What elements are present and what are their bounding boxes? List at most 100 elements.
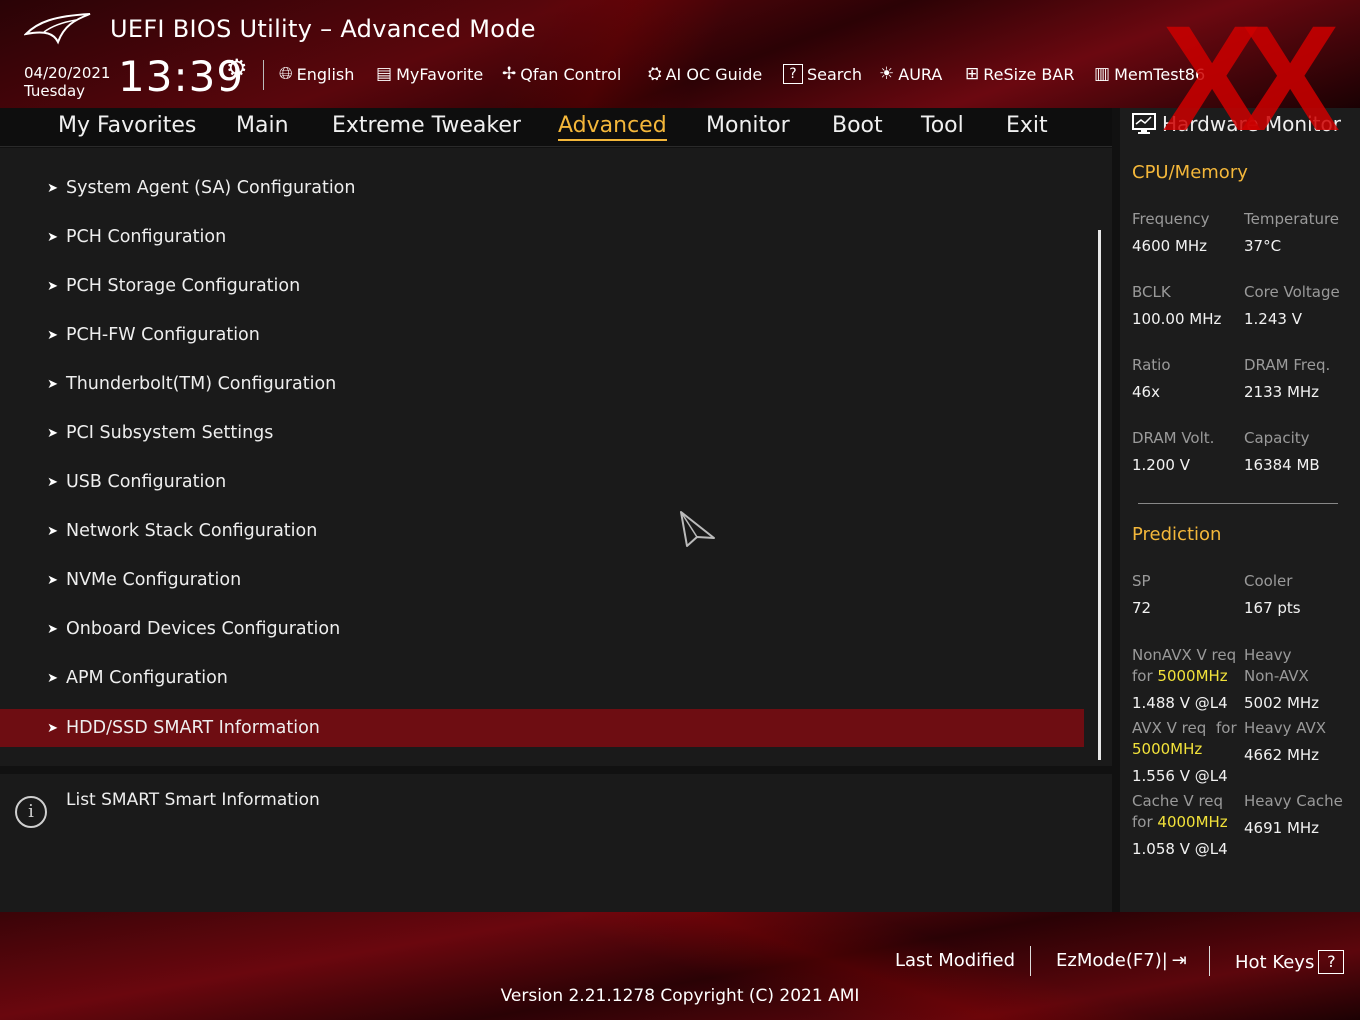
chevron-right-icon: ➤	[47, 327, 58, 343]
weekday-display: Tuesday	[24, 82, 86, 100]
heavy-nonavx-label-line1: Heavy	[1244, 646, 1292, 664]
menu-item-nvme[interactable]: ➤ NVMe Configuration	[0, 561, 1084, 599]
menu-item-system-agent[interactable]: ➤ System Agent (SA) Configuration	[0, 169, 1084, 207]
tab-my-favorites[interactable]: My Favorites	[58, 113, 196, 138]
menu-item-pch[interactable]: ➤ PCH Configuration	[0, 218, 1084, 256]
menu-item-apm[interactable]: ➤ APM Configuration	[0, 659, 1084, 697]
search-button[interactable]: ? Search	[783, 64, 862, 84]
nonavx-value: 1.488 V @L4	[1132, 694, 1228, 712]
rog-logo-icon	[24, 13, 91, 45]
footer-divider	[1030, 946, 1031, 976]
language-button[interactable]: 🌐︎ English	[279, 64, 354, 84]
tab-advanced[interactable]: Advanced	[558, 113, 667, 141]
hardware-monitor-panel: Hardware Monitor CPU/Memory Frequency Te…	[1120, 108, 1360, 912]
menu-item-label: NVMe Configuration	[66, 570, 242, 590]
menu-item-hdd-ssd-smart[interactable]: ➤ HDD/SSD SMART Information	[0, 709, 1084, 747]
menu-scrollbar[interactable]	[1098, 230, 1101, 760]
cpu-memory-heading: CPU/Memory	[1132, 162, 1248, 183]
ezmode-button[interactable]: EzMode(F7)| ⇥	[1056, 950, 1187, 971]
gear-icon[interactable]: ⚙	[226, 54, 248, 82]
cooler-label: Cooler	[1244, 572, 1293, 590]
qfan-control-button[interactable]: ✢ Qfan Control	[502, 64, 621, 84]
last-modified-button[interactable]: Last Modified	[895, 950, 1015, 971]
hot-keys-button[interactable]: Hot Keys ?	[1235, 950, 1345, 974]
nonavx-for-text: for	[1132, 667, 1158, 685]
tab-exit[interactable]: Exit	[1006, 113, 1048, 138]
memtest-button[interactable]: ▥ MemTest86	[1094, 64, 1205, 84]
dram-freq-label: DRAM Freq.	[1244, 356, 1331, 374]
cache-for-text: for	[1132, 813, 1158, 831]
top-header: UEFI BIOS Utility – Advanced Mode 04/20/…	[0, 0, 1360, 108]
hardware-monitor-title-text: Hardware Monitor	[1162, 112, 1341, 136]
help-panel: i List SMART Smart Information	[0, 774, 1112, 912]
hw-divider	[1138, 503, 1338, 504]
chevron-right-icon: ➤	[47, 376, 58, 392]
tab-monitor[interactable]: Monitor	[706, 113, 790, 138]
aura-light-icon: ☀	[879, 64, 895, 84]
cpu-guide-icon: ⛭	[648, 64, 662, 84]
ezmode-label: EzMode(F7)|	[1056, 950, 1168, 971]
language-label: English	[296, 64, 355, 84]
menu-item-pch-fw[interactable]: ➤ PCH-FW Configuration	[0, 316, 1084, 354]
tab-main[interactable]: Main	[236, 113, 289, 138]
hardware-monitor-title: Hardware Monitor	[1132, 112, 1341, 136]
cache-target-freq: 4000MHz	[1157, 813, 1228, 831]
aura-button[interactable]: ☀ AURA	[879, 64, 942, 84]
aura-label: AURA	[898, 64, 943, 84]
bclk-value: 100.00 MHz	[1132, 310, 1222, 328]
heavy-avx-value: 4662 MHz	[1244, 746, 1320, 764]
help-question-icon: ?	[1318, 950, 1345, 974]
tab-boot[interactable]: Boot	[832, 113, 883, 138]
temperature-label: Temperature	[1244, 210, 1340, 228]
mouse-pointer-icon	[680, 511, 715, 547]
menu-item-usb[interactable]: ➤ USB Configuration	[0, 463, 1084, 501]
chevron-right-icon: ➤	[47, 572, 58, 588]
menu-item-label: PCI Subsystem Settings	[66, 423, 274, 443]
menu-item-label: System Agent (SA) Configuration	[66, 178, 356, 198]
core-voltage-value: 1.243 V	[1244, 310, 1302, 328]
nonavx-label-line2: for 5000MHz	[1132, 666, 1228, 687]
help-text: List SMART Smart Information	[66, 790, 320, 810]
menu-item-network-stack[interactable]: ➤ Network Stack Configuration	[0, 512, 1084, 550]
app-title: UEFI BIOS Utility – Advanced Mode	[110, 15, 536, 43]
dram-freq-value: 2133 MHz	[1244, 383, 1320, 401]
capacity-value: 16384 MB	[1244, 456, 1320, 474]
dram-volt-value: 1.200 V	[1132, 456, 1190, 474]
resize-bar-button[interactable]: ⊞ ReSize BAR	[965, 64, 1074, 84]
tab-extreme-tweaker[interactable]: Extreme Tweaker	[332, 113, 521, 138]
memtest-label: MemTest86	[1114, 64, 1206, 84]
avx-label-line1: AVX V req	[1132, 719, 1207, 737]
sp-label: SP	[1132, 572, 1151, 590]
myfavorite-label: MyFavorite	[396, 64, 484, 84]
avx-value: 1.556 V @L4	[1132, 767, 1228, 785]
ai-oc-guide-button[interactable]: ⛭ AI OC Guide	[648, 64, 762, 84]
menu-item-label: PCH-FW Configuration	[66, 325, 260, 345]
menu-item-label: USB Configuration	[66, 472, 227, 492]
chevron-right-icon: ➤	[47, 523, 58, 539]
footer-bar: Last Modified EzMode(F7)| ⇥ Hot Keys ? V…	[0, 912, 1360, 1020]
nonavx-label-line1: NonAVX V req	[1132, 646, 1237, 664]
capacity-label: Capacity	[1244, 429, 1310, 447]
resize-bar-icon: ⊞	[965, 64, 980, 84]
menu-item-pch-storage[interactable]: ➤ PCH Storage Configuration	[0, 267, 1084, 305]
monitor-icon	[1132, 113, 1156, 134]
menu-item-onboard-devices[interactable]: ➤ Onboard Devices Configuration	[0, 610, 1084, 648]
tab-tool[interactable]: Tool	[921, 113, 964, 138]
frequency-label: Frequency	[1132, 210, 1210, 228]
cache-label-line2: for 4000MHz	[1132, 812, 1228, 833]
main-nav: My Favorites Main Extreme Tweaker Advanc…	[0, 108, 1112, 147]
heavy-avx-label: Heavy AVX	[1244, 719, 1327, 737]
menu-item-label: Network Stack Configuration	[66, 521, 318, 541]
chevron-right-icon: ➤	[47, 425, 58, 441]
chevron-right-icon: ➤	[47, 720, 58, 736]
menu-item-label: Onboard Devices Configuration	[66, 619, 341, 639]
menu-item-pci-subsystem[interactable]: ➤ PCI Subsystem Settings	[0, 414, 1084, 452]
fan-icon: ✢	[502, 64, 517, 84]
exit-arrow-icon: ⇥	[1171, 950, 1187, 971]
chevron-right-icon: ➤	[47, 278, 58, 294]
bclk-label: BCLK	[1132, 283, 1171, 301]
menu-item-label: PCH Configuration	[66, 227, 227, 247]
myfavorite-button[interactable]: ▤ MyFavorite	[376, 64, 483, 84]
menu-item-thunderbolt[interactable]: ➤ Thunderbolt(TM) Configuration	[0, 365, 1084, 403]
memory-icon: ▥	[1094, 64, 1111, 84]
